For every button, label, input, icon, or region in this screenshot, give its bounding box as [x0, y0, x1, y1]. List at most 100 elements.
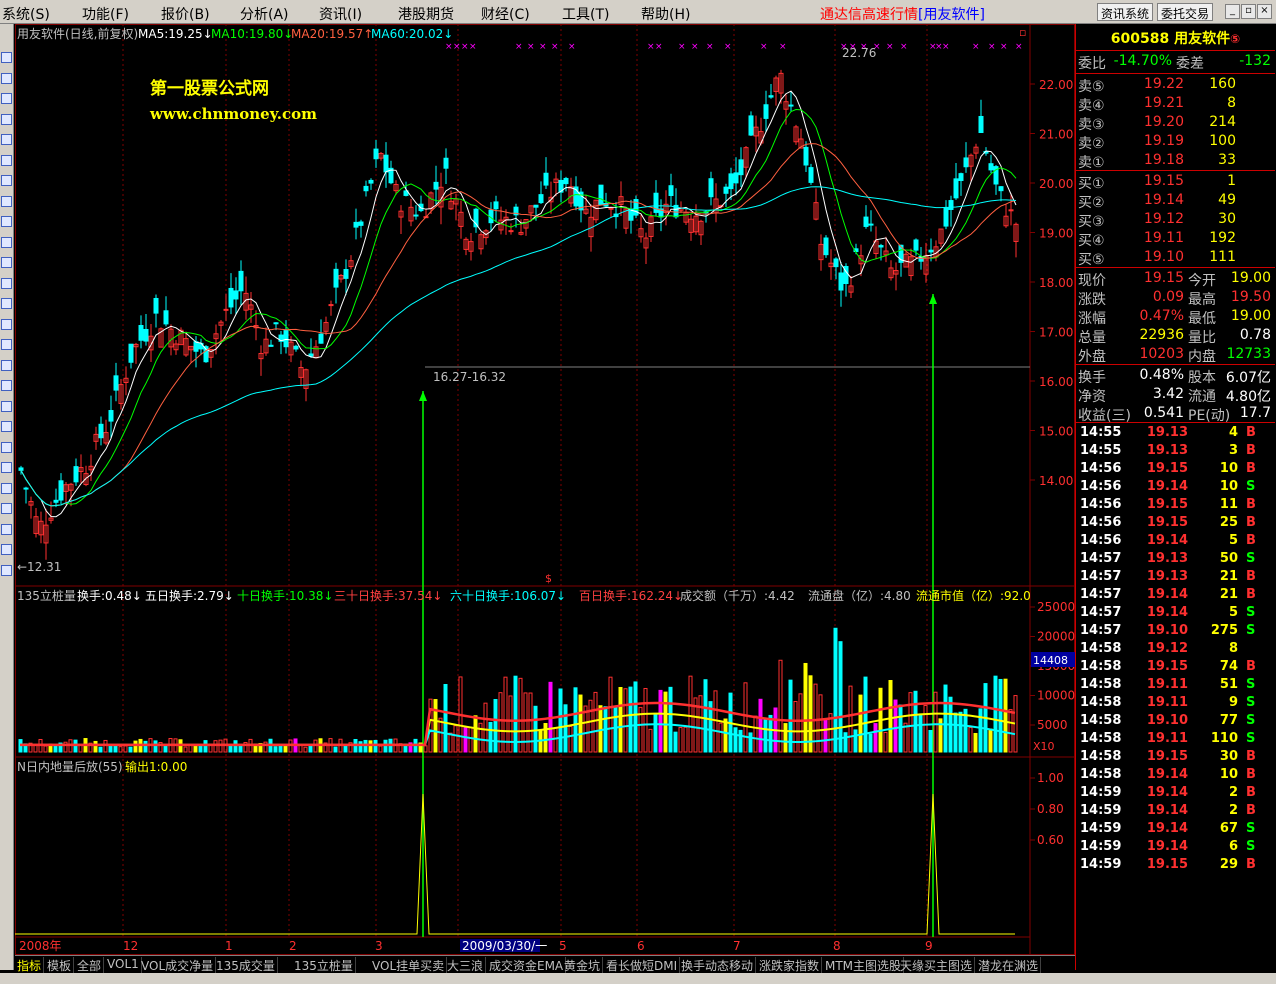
volume-bar	[278, 745, 283, 753]
tick-volume: 30	[1219, 749, 1238, 764]
menu-item-7[interactable]: 工具(T)	[562, 4, 609, 24]
candle-body	[353, 221, 359, 228]
trade-button[interactable]: 委托交易	[1157, 3, 1214, 21]
tab-15[interactable]: 天缘买主图选	[898, 957, 976, 973]
minimize-icon[interactable]: _	[1225, 4, 1240, 19]
book-label: 买②	[1078, 195, 1105, 211]
toolbar-icon[interactable]	[1, 544, 12, 555]
tick-price: 19.14	[1146, 803, 1188, 818]
volume-bar	[748, 732, 753, 753]
toolbar-icon[interactable]	[1, 195, 12, 207]
toolbar-icon[interactable]	[1, 503, 12, 514]
tab-14[interactable]: MTM主图选股	[823, 957, 905, 973]
promo-banner[interactable]: 通达信高速行情[用友软件]	[820, 4, 985, 24]
candle-body	[708, 178, 714, 198]
toolbar-icon[interactable]	[1, 113, 12, 125]
candle-body	[768, 95, 774, 98]
close-icon[interactable]: ×	[1257, 4, 1272, 19]
volume-bar	[478, 722, 483, 753]
toolbar-icon[interactable]	[1, 134, 12, 145]
tick-volume: 11	[1219, 497, 1238, 512]
toolbar-icon[interactable]	[1, 441, 12, 453]
book-price: 19.21	[1143, 95, 1184, 111]
toolbar-icon[interactable]	[1, 482, 12, 494]
tab-12[interactable]: 换手动态移动	[679, 957, 757, 973]
toolbar-icon[interactable]	[1, 380, 12, 391]
tab-7[interactable]: VOL挂单买卖	[370, 957, 448, 973]
book-price: 19.12	[1143, 211, 1184, 227]
toolbar-icon[interactable]	[1, 318, 12, 330]
toolbar-icon[interactable]	[1, 400, 12, 412]
quote-value: 19.50	[1230, 289, 1271, 305]
menu-item-6[interactable]: 财经(C)	[481, 4, 530, 24]
toolbar-icon[interactable]	[1, 462, 12, 473]
toolbar-icon[interactable]	[1, 564, 12, 576]
tick-row: 14:56 19.14 5 B	[1076, 533, 1275, 551]
kline-chart-svg[interactable]: 用友软件(日线,前复权) MA5:19.25↓MA10:19.80↓MA20:19…	[15, 24, 1075, 970]
candle-body	[563, 177, 569, 185]
tab-11[interactable]: 看长做短DMI	[604, 957, 681, 973]
tab-10[interactable]: 黄金坑	[562, 957, 604, 973]
toolbar-icon[interactable]	[1, 154, 12, 166]
tab-9[interactable]: 成交资金EMA	[487, 957, 567, 973]
menu-item-5[interactable]: 港股期货	[398, 4, 454, 24]
tab-2[interactable]: 全部	[75, 957, 105, 973]
menu-item-0[interactable]: 系统(S)	[2, 4, 50, 24]
toolbar-icon[interactable]	[1, 257, 12, 268]
volume-bar	[368, 740, 373, 753]
tab-16[interactable]: 潜龙在渊选	[976, 957, 1042, 973]
toolbar-icon[interactable]	[1, 421, 12, 432]
volume-bar	[143, 740, 148, 753]
candle-body	[343, 269, 349, 279]
menu-item-1[interactable]: 功能(F)	[82, 4, 129, 24]
toolbar-icon[interactable]	[1, 359, 12, 371]
tab-1[interactable]: 模板	[45, 957, 75, 973]
restore-icon[interactable]: ▫	[1241, 4, 1256, 19]
menu-item-4[interactable]: 资讯(I)	[319, 4, 362, 24]
toolbar-icon[interactable]	[1, 216, 12, 227]
candle-body	[953, 178, 959, 199]
menu-item-2[interactable]: 报价(B)	[161, 4, 210, 24]
vol-item-1: 五日换手:2.79↓	[145, 589, 234, 603]
promo-link[interactable]: [用友软件]	[918, 7, 985, 23]
volume-bar	[818, 694, 823, 753]
tab-6[interactable]: 135立桩量	[292, 957, 356, 973]
tick-time: 14:59	[1080, 803, 1122, 818]
toolbar-icon[interactable]	[1, 52, 12, 63]
tab-4[interactable]: VOL成交净量	[139, 957, 217, 973]
pane-close-icon[interactable]: ▫	[1019, 26, 1026, 39]
toolbar-icon[interactable]	[1, 175, 12, 186]
volume-bar	[973, 732, 978, 753]
vol-item-2: 十日换手:10.38↓	[237, 589, 333, 603]
toolbar-icon[interactable]	[1, 72, 12, 84]
toolbar-icon[interactable]	[1, 339, 12, 350]
tick-row: 14:59 19.14 2 B	[1076, 803, 1275, 821]
tick-price: 19.13	[1146, 551, 1188, 566]
toolbar-icon[interactable]	[1, 298, 12, 309]
toolbar-icon[interactable]	[1, 523, 12, 535]
volume-bar	[238, 745, 243, 753]
tab-0[interactable]: 指标	[15, 957, 45, 973]
toolbar-icon[interactable]	[1, 236, 12, 248]
toolbar-icon[interactable]	[1, 277, 12, 289]
tick-time: 14:56	[1080, 515, 1122, 530]
dollar-icon: $	[545, 572, 552, 585]
volume-bar	[463, 727, 468, 753]
info-system-button[interactable]: 资讯系统	[1097, 3, 1154, 21]
toolbar-icon[interactable]	[1, 93, 12, 104]
price-axis-label: 17.00	[1039, 326, 1073, 340]
quote-label: 最高	[1188, 292, 1216, 308]
tab-3[interactable]: VOL1	[105, 957, 142, 973]
tab-13[interactable]: 涨跌家指数	[757, 957, 823, 973]
signal-marker: ×	[461, 42, 469, 52]
menu-item-3[interactable]: 分析(A)	[240, 4, 289, 24]
menu-item-8[interactable]: 帮助(H)	[641, 4, 690, 24]
volume-bar	[423, 745, 428, 753]
tab-5[interactable]: 135成交量	[214, 957, 278, 973]
tick-volume: 10	[1219, 479, 1238, 494]
candle-body	[493, 201, 499, 210]
tab-8[interactable]: 大三浪	[445, 957, 487, 973]
tick-price: 19.14	[1146, 785, 1188, 800]
quote-label: 总量	[1078, 330, 1106, 346]
chart-area[interactable]: 用友软件(日线,前复权) MA5:19.25↓ MA10:19.80↓ MA20:19…	[15, 24, 1075, 970]
